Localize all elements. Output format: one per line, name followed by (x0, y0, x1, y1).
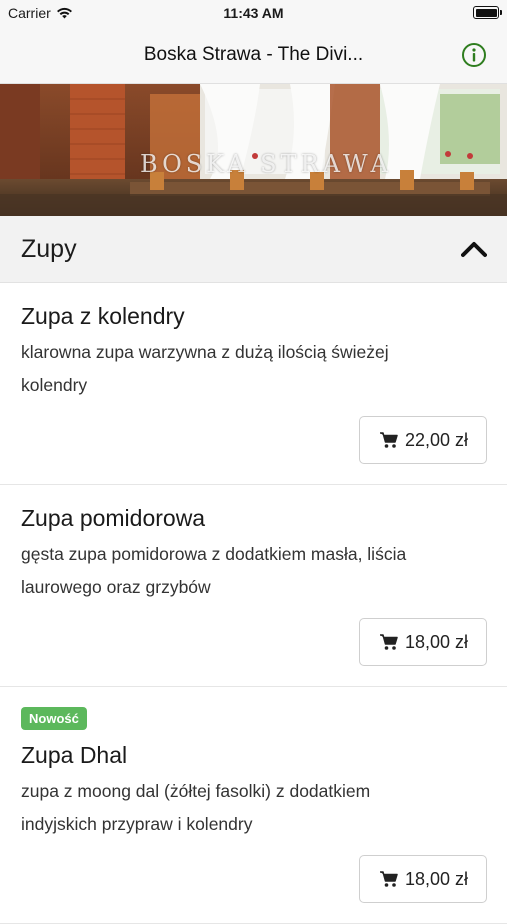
menu-item: Nowość Zupa Dhal zupa z moong dal (żółte… (0, 687, 507, 924)
category-title: Zupy (21, 234, 77, 263)
add-to-cart-button[interactable]: 18,00 zł (358, 618, 487, 666)
banner-text: BOSKA STRAWA (140, 150, 392, 178)
item-description: gęsta zupa pomidorowa z dodatkiem masła,… (21, 544, 407, 597)
menu-item: Zupa z kolendry klarowna zupa warzywna z… (0, 283, 507, 485)
menu-list: Zupa z kolendry klarowna zupa warzywna z… (0, 283, 507, 924)
item-name: Zupa z kolendry (21, 303, 185, 329)
add-to-cart-button[interactable]: 18,00 zł (358, 855, 487, 903)
navigation-bar: Boska Strawa - The Divi... (0, 26, 507, 84)
cart-icon (379, 634, 398, 650)
category-header-zupy[interactable]: Zupy (0, 216, 507, 283)
add-to-cart-button[interactable]: 22,00 zł (358, 416, 487, 464)
item-name: Zupa Dhal (21, 742, 128, 768)
new-badge: Nowość (21, 707, 87, 730)
page-title: Boska Strawa - The Divi... (143, 44, 364, 65)
item-name: Zupa pomidorowa (21, 505, 206, 531)
menu-item: Zupa pomidorowa gęsta zupa pomidorowa z … (0, 485, 507, 687)
info-circle-icon[interactable] (461, 42, 487, 68)
item-description: klarowna zupa warzywna z dużą ilością św… (21, 342, 389, 395)
item-description: zupa z moong dal (żółtej fasolki) z doda… (21, 781, 371, 834)
item-price: 22,00 zł (404, 429, 468, 450)
status-bar: Carrier 11:43 AM (0, 0, 507, 26)
item-price: 18,00 zł (404, 868, 468, 889)
battery-icon (473, 6, 502, 19)
item-price: 18,00 zł (404, 631, 468, 652)
cart-icon (379, 432, 398, 448)
clock: 11:43 AM (223, 5, 284, 21)
chevron-up-icon (461, 242, 487, 257)
restaurant-banner: BOSKA STRAWA (0, 84, 507, 216)
cart-icon (379, 871, 398, 887)
